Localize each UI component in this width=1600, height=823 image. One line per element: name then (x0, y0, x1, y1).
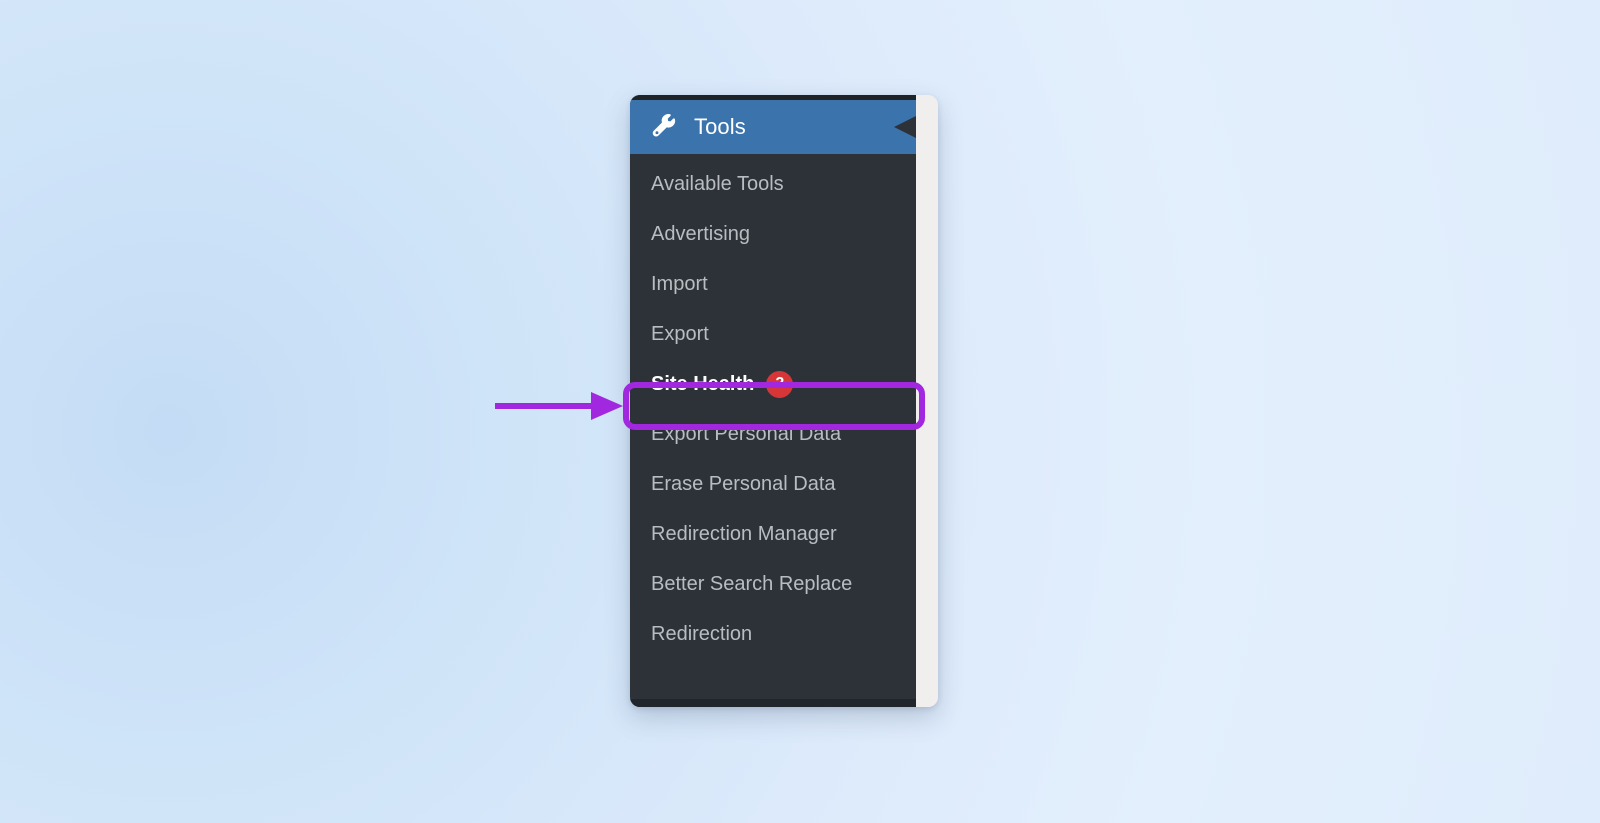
menu-top-strip (630, 95, 916, 100)
tools-menu: Tools Available Tools Advertising Import… (630, 95, 938, 707)
menu-item-label: Erase Personal Data (651, 472, 836, 495)
menu-item-export[interactable]: Export (630, 309, 916, 359)
menu-item-label: Redirection Manager (651, 522, 837, 545)
menu-item-advertising[interactable]: Advertising (630, 209, 916, 259)
wrench-icon (652, 114, 678, 140)
menu-dark-column: Tools Available Tools Advertising Import… (630, 95, 916, 707)
menu-item-better-search-replace[interactable]: Better Search Replace (630, 559, 916, 609)
menu-item-list: Available Tools Advertising Import Expor… (630, 159, 916, 659)
site-health-issue-count-badge: 2 (766, 370, 794, 398)
menu-bottom-strip (630, 699, 916, 707)
menu-item-label: Redirection (651, 622, 753, 645)
menu-item-label: Site Health (651, 372, 755, 395)
menu-item-site-health[interactable]: Site Health 2 (630, 359, 916, 409)
menu-item-label: Advertising (651, 222, 750, 245)
menu-item-erase-personal-data[interactable]: Erase Personal Data (630, 459, 916, 509)
menu-item-label: Available Tools (651, 172, 784, 195)
menu-item-label: Better Search Replace (651, 572, 853, 595)
menu-item-export-personal-data[interactable]: Export Personal Data (630, 409, 916, 459)
menu-item-label: Export (651, 322, 709, 345)
menu-item-available-tools[interactable]: Available Tools (630, 159, 916, 209)
menu-item-label: Import (651, 272, 708, 295)
menu-item-redirection[interactable]: Redirection (630, 609, 916, 659)
flyout-backing-plate (915, 95, 938, 707)
menu-item-redirection-manager[interactable]: Redirection Manager (630, 509, 916, 559)
annotation-arrow-icon (495, 386, 625, 426)
menu-item-label: Export Personal Data (651, 422, 842, 445)
menu-header-title: Tools (694, 114, 746, 139)
menu-item-import[interactable]: Import (630, 259, 916, 309)
menu-header[interactable]: Tools (630, 100, 916, 154)
